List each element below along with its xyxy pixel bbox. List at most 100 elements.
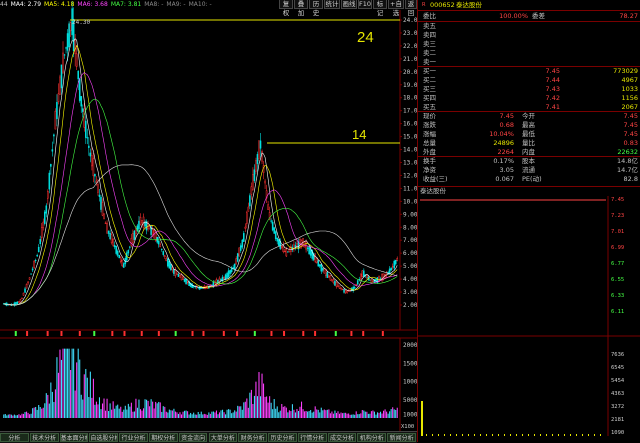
- candle-body: [317, 260, 320, 267]
- intraday-chart[interactable]: 7.45 7.23 7.01 6.99 6.77 6.55 6.33 6.11 7636 6545…: [418, 196, 640, 440]
- fundamental-cell: 82.8: [623, 175, 638, 183]
- candle-body: [104, 222, 107, 224]
- candle-body: [271, 221, 274, 231]
- intraday-volume-bar: [450, 434, 451, 436]
- intraday-volume-bar: [510, 434, 511, 436]
- candle-body: [83, 108, 86, 128]
- quote-cell: 总量: [423, 139, 436, 147]
- bottom-tab[interactable]: 机构分析: [357, 433, 387, 442]
- candle-body: [57, 93, 60, 102]
- toolbar-button-back[interactable]: 返回: [405, 0, 417, 17]
- bid-row[interactable]: 买二 7.44 4967: [418, 76, 640, 85]
- ask-row[interactable]: 卖四: [418, 31, 640, 40]
- candle-body: [164, 255, 166, 258]
- quote-cell: 涨跌: [423, 121, 436, 129]
- bottom-tab[interactable]: 成交分析: [327, 433, 357, 442]
- bid-row[interactable]: 买三 7.43 1033: [418, 85, 640, 94]
- candle-body: [243, 233, 245, 242]
- intraday-volume-bar: [444, 434, 445, 436]
- candle-body: [113, 245, 116, 248]
- candle-body: [390, 267, 392, 271]
- quote-cell: 7.45: [623, 112, 638, 120]
- toolbar-button-fuquan[interactable]: 复权: [279, 0, 293, 17]
- intraday-price-label: 7.45: [611, 197, 624, 203]
- toolbar-button-mark[interactable]: 标记: [373, 0, 387, 17]
- bottom-tab[interactable]: 自选股分析: [89, 433, 119, 442]
- candle-body: [361, 270, 364, 277]
- bottom-tab[interactable]: 新闻分析: [387, 433, 416, 442]
- toolbar-button-add-watchlist[interactable]: +自选: [388, 0, 404, 17]
- bottom-tab[interactable]: 基本面分析: [59, 433, 89, 442]
- bottom-tab[interactable]: 大单分析: [208, 433, 238, 442]
- candle-body: [18, 301, 20, 303]
- candle-body: [132, 233, 134, 243]
- ask-row[interactable]: 卖五: [418, 22, 640, 31]
- book-price: 7.45: [545, 67, 560, 75]
- candle-body: [331, 279, 333, 281]
- bottom-tab[interactable]: 资金流向: [178, 433, 208, 442]
- candle-body: [36, 254, 38, 257]
- bottom-tab[interactable]: 行业分析: [119, 433, 148, 442]
- candle-body: [315, 258, 318, 263]
- candle-body: [97, 184, 99, 193]
- volume-tick-label: 1000: [403, 411, 417, 418]
- quote-row: 涨跌 0.68 最高 7.45: [418, 121, 640, 130]
- toolbar-button-history[interactable]: 历史: [309, 0, 323, 17]
- intraday-volume-bar: [504, 434, 505, 436]
- quote-cell: 7.45: [623, 121, 638, 129]
- book-price: 7.42: [545, 94, 560, 102]
- toolbar-button-overlay[interactable]: 叠加: [294, 0, 308, 17]
- candle-body: [328, 275, 330, 278]
- ask-row[interactable]: 卖二: [418, 49, 640, 58]
- candle-body: [356, 280, 359, 285]
- fundamental-cell: 14.8亿: [617, 157, 638, 165]
- intraday-volume-bar: [564, 434, 565, 436]
- quote-row: 现价 7.45 今开 7.45: [418, 112, 640, 121]
- candle-body: [280, 246, 283, 248]
- ask-row[interactable]: 卖三: [418, 40, 640, 49]
- candle-body: [94, 173, 96, 177]
- order-ratio-value: 100.00%: [499, 12, 528, 20]
- candle-body: [396, 258, 399, 261]
- candle-body: [28, 277, 31, 280]
- toolbar-button-draw[interactable]: 画线: [341, 0, 357, 9]
- intraday-volume-bar: [432, 434, 433, 436]
- volume-tick-label: 5000: [403, 397, 417, 404]
- candle-body: [346, 290, 348, 293]
- candle-body: [363, 270, 365, 278]
- bid-row[interactable]: 买一 7.45 773029: [418, 67, 640, 76]
- book-volume: 773029: [613, 67, 638, 75]
- price-tick-label: 13.00: [403, 160, 417, 167]
- intraday-volume-label: 4363: [611, 391, 624, 397]
- candle-body: [334, 280, 336, 286]
- bottom-tab[interactable]: 行情分析: [297, 433, 327, 442]
- toolbar-button-f10[interactable]: F10: [358, 0, 372, 9]
- bottom-tab[interactable]: 历史分析: [268, 433, 297, 442]
- price-tick-label: 21.00: [403, 56, 417, 63]
- candle-body: [129, 246, 131, 248]
- candle-body: [56, 102, 58, 120]
- volume-tick-label: 10000: [403, 379, 417, 386]
- intraday-volume-bar: [600, 434, 601, 436]
- bottom-tab[interactable]: 分析: [0, 433, 29, 442]
- candle-body: [75, 53, 78, 67]
- candle-body: [224, 274, 227, 280]
- candle-body: [100, 196, 102, 210]
- candle-body: [359, 273, 362, 280]
- bottom-tab[interactable]: 技术分析: [29, 433, 59, 442]
- candle-body: [85, 120, 87, 138]
- price-tick-label: 9.00: [403, 211, 417, 218]
- kline-chart[interactable]: 24.00 23.00 22.00 21.00 20.00 19.00 18.00 17.00…: [0, 0, 417, 431]
- volume-tick-label: 15000: [403, 360, 417, 367]
- candle-body: [165, 258, 168, 262]
- price-tick-label: 23.00: [403, 30, 417, 37]
- stock-code: 000652: [430, 1, 455, 9]
- candle-body: [130, 237, 133, 246]
- ma-legend-item: 44: [0, 1, 8, 8]
- bottom-tab[interactable]: 财务分析: [238, 433, 268, 442]
- candle-body: [33, 260, 35, 268]
- bid-row[interactable]: 买四 7.42 1156: [418, 94, 640, 103]
- order-diff-value: 78.27: [619, 12, 638, 20]
- toolbar-button-statistics[interactable]: 统计: [324, 0, 340, 9]
- bottom-tab[interactable]: 期权分析: [148, 433, 178, 442]
